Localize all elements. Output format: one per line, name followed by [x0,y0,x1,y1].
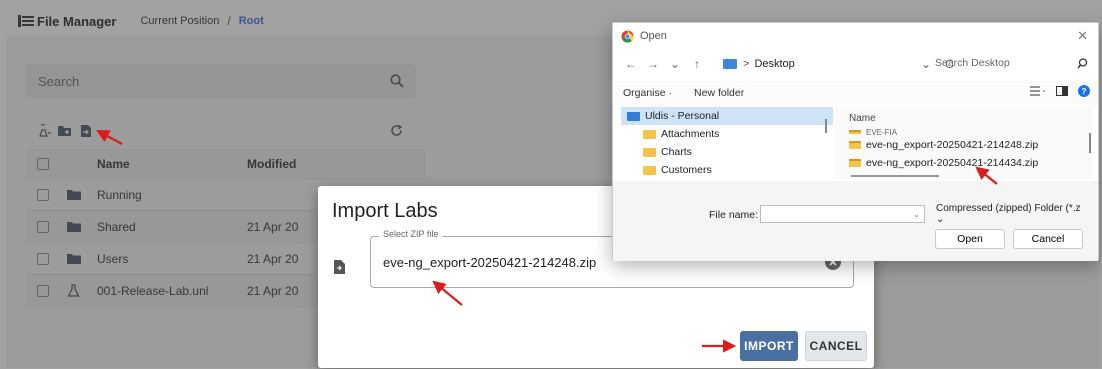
row-checkbox[interactable] [37,188,49,201]
column-header-modified[interactable]: Modified [247,157,327,171]
close-icon[interactable]: ✕ [1077,28,1088,44]
search-box [929,52,1094,74]
nav-item-label: Customers [661,164,712,176]
command-bar: Organise · New folder [613,81,1098,105]
row-checkbox[interactable] [37,252,49,265]
lab-flask-icon [67,284,81,297]
back-button[interactable]: ← [623,57,639,71]
folder-icon [67,253,81,264]
open-button[interactable]: Open [935,229,1005,249]
file-manager-logo-icon [18,15,34,27]
address-location: Desktop [754,58,795,70]
nav-item-customers[interactable]: Customers [621,161,833,179]
file-toolbar [36,123,93,138]
column-header-name[interactable]: Name [849,113,876,124]
folder-icon [723,59,737,69]
list-item[interactable]: eve-ng_export-20250421-214248.zip [849,137,1038,153]
zip-folder-icon [849,159,861,167]
file-list: Name EVE-FIA eve-ng_export-20250421-2142… [835,107,1092,179]
navigation-pane: Uldis - Personal Attachments Charts Cust… [621,107,833,179]
file-type-select[interactable]: Compressed (zipped) Folder (*.z ⌄ [934,203,1087,225]
nav-item-label: Charts [661,146,692,158]
dialog-title: Import Labs [332,200,438,222]
folder-icon [67,189,81,200]
row-name: 001-Release-Lab.unl [97,283,209,298]
row-checkbox[interactable] [37,284,49,297]
preview-pane-icon[interactable] [1056,86,1068,96]
file-name: eve-ng_export-20250421-214434.zip [866,157,1039,169]
row-name: Running [97,187,142,202]
breadcrumb-separator: / [227,14,231,28]
zip-file-field-label: Select ZIP file [379,229,443,239]
zip-folder-icon [849,130,861,134]
svg-text:?: ? [1082,87,1087,96]
open-dialog-title: Open [640,30,667,42]
file-name: eve-ng_export-20250421-214248.zip [866,139,1039,151]
view-options-icon[interactable] [1030,86,1046,96]
add-folder-icon[interactable] [57,123,72,138]
search-icon[interactable] [1077,57,1088,69]
folder-icon [67,221,81,232]
chrome-icon [621,29,634,43]
help-icon[interactable]: ? [1078,85,1090,97]
search-icon[interactable] [390,74,404,88]
file-manager-logo: File Manager [18,14,116,29]
folder-icon [627,111,640,121]
select-all-checkbox[interactable] [37,157,49,170]
folder-icon [643,129,656,139]
file-name-input[interactable]: ⌄ [760,205,925,223]
row-name: Users [97,251,129,266]
file-icon [334,260,345,277]
file-name-label: File name: [709,209,759,221]
address-bar[interactable]: > Desktop [717,53,917,75]
nav-item-label: Uldis - Personal [645,110,720,122]
cancel-button[interactable]: CANCEL [805,331,867,361]
folder-icon [643,147,656,157]
file-name: EVE-FIA [866,127,898,137]
file-list-scrollbar[interactable] [1089,133,1091,153]
import-button[interactable]: IMPORT [740,331,798,361]
search-input[interactable] [38,73,390,89]
recent-locations-button[interactable]: ⌄ [667,57,683,71]
organise-menu[interactable]: Organise · [623,87,672,99]
zip-folder-icon [849,141,861,149]
open-dialog-footer: File name: ⌄ Compressed (zipped) Folder … [613,181,1098,261]
row-modified: 21 Apr 20 [247,251,299,266]
forward-button[interactable]: → [645,57,661,71]
row-modified: 21 Apr 20 [247,283,299,298]
nav-item-uldis-personal[interactable]: Uldis - Personal [621,107,833,125]
row-modified: 21 Apr 20 [247,219,299,234]
cancel-button[interactable]: Cancel [1013,229,1083,249]
nav-item-label: Attachments [661,128,720,140]
address-separator: > [743,58,750,70]
zip-file-value: eve-ng_export-20250421-214248.zip [383,255,597,270]
import-file-icon[interactable] [78,123,93,138]
refresh-icon[interactable] [388,122,404,138]
row-name: Shared [97,219,136,234]
list-item[interactable]: eve-ng_export-20250421-214434.zip [849,155,1038,171]
file-type-value: Compressed (zipped) Folder (*.z ⌄ [936,203,1081,225]
open-dialog-titlebar: Open [613,23,1098,49]
search-box [26,64,416,98]
nav-pane-scrollbar[interactable] [825,119,827,133]
up-button[interactable]: ↑ [689,57,705,71]
table-header-row: Name Modified [26,149,426,179]
column-header-name[interactable]: Name [97,157,247,171]
horizontal-scrollbar[interactable] [851,175,939,177]
nav-item-charts[interactable]: Charts [621,143,833,161]
new-folder-button[interactable]: New folder [694,87,744,99]
folder-icon [643,165,656,175]
search-input[interactable] [935,57,1065,69]
breadcrumb-root-link[interactable]: Root [239,15,264,27]
breadcrumb-label: Current Position [140,15,220,27]
chevron-down-icon[interactable]: ⌄ [913,210,920,219]
view-controls: ? [1030,85,1090,97]
nav-item-attachments[interactable]: Attachments [621,125,833,143]
row-checkbox[interactable] [37,220,49,233]
app-title: File Manager [37,13,117,29]
open-file-dialog: Open ✕ ← → ⌄ ↑ > Desktop ⌄ C Organise · … [612,22,1099,261]
add-user-icon[interactable] [36,123,51,138]
